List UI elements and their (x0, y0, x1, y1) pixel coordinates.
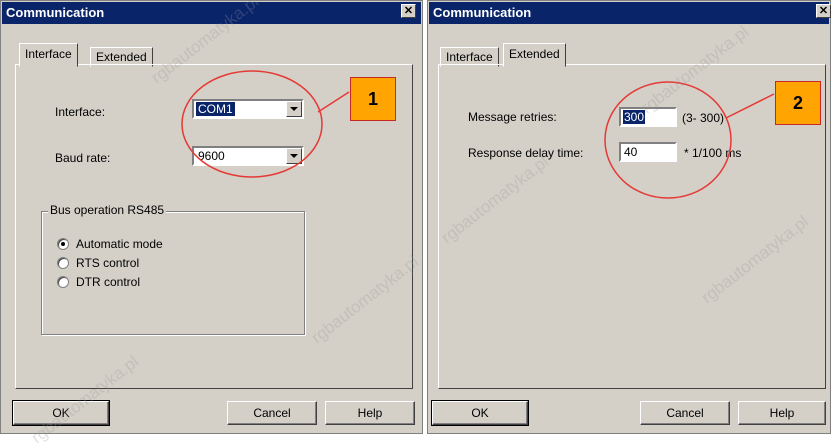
tab-interface[interactable]: Interface (19, 43, 78, 67)
tab-label: Extended (509, 47, 560, 61)
callout-leader-2 (725, 93, 775, 119)
tab-extended[interactable]: Extended (503, 43, 566, 67)
highlight-ellipse-2 (604, 81, 732, 199)
annotation-overlay (181, 70, 775, 199)
callout-leader-1 (317, 91, 350, 113)
highlight-ellipse-1 (181, 70, 323, 178)
tab-label: Interface (25, 47, 72, 61)
